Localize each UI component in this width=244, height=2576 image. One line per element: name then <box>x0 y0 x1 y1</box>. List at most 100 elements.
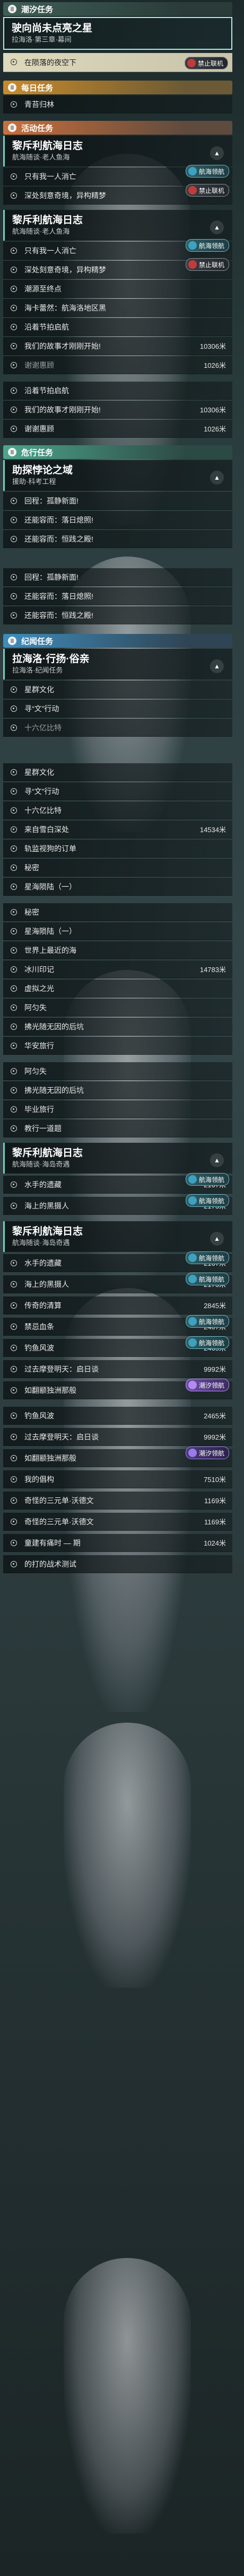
ghost-figure-5 <box>64 1723 191 1988</box>
quest-step-row[interactable]: 深处刻意奇境，异构精梦 禁止联机 <box>3 184 232 205</box>
quest-step-row[interactable]: 只有我一人消亡 航海领航 <box>3 165 232 186</box>
quest-step-row[interactable]: 还能容而：落日熄照! <box>3 511 232 529</box>
quest-step-row[interactable]: 只有我一人消亡 航海领航 <box>3 239 232 260</box>
quest-step-row[interactable]: 冰川印记 14783米 <box>3 960 232 978</box>
quest-step-row[interactable]: 还能容而：落日熄照! <box>3 587 232 605</box>
quest-step-row[interactable]: 十六亿比特 <box>3 801 232 819</box>
quest-step-row[interactable]: 谢谢惠顾 1026米 <box>3 356 232 374</box>
quest-card-voyage[interactable]: 黎斥利航海日志 航海随谈·海岛奇遇 ▲ <box>3 1221 232 1252</box>
radio-icon <box>11 826 17 833</box>
quest-card-voyage[interactable]: 黎斥利航海日志 航海随谈·老人鱼海 ▲ <box>3 210 232 241</box>
quest-step-row[interactable]: 还能容而：恒践之殿! <box>3 530 232 548</box>
quest-step-row[interactable]: 童建有痛时 — 期 1024米 <box>3 1534 232 1552</box>
distance-label: 14783米 <box>199 966 226 974</box>
quest-step-row[interactable]: 禁忌血条 2407米 航海领航 <box>3 1315 232 1336</box>
quest-step-row[interactable]: 轨监视狗的订单 <box>3 840 232 858</box>
quest-step-row[interactable]: 寻“文”行动 <box>3 700 232 718</box>
quest-step-row[interactable]: 水手的遗藏 2167米 航海领航 <box>3 1173 232 1194</box>
quest-step-row[interactable]: 青苔归林 <box>3 95 232 113</box>
step-label: 拂光随无因的后坑 <box>24 1022 84 1031</box>
quest-step-row[interactable]: 钓鱼风波 2465米 航海领航 <box>3 1336 232 1357</box>
quest-step-row[interactable]: 虚拟之光 <box>3 980 232 998</box>
quest-step-row[interactable]: 阿匀失 <box>3 1062 232 1080</box>
distance-label: 1169米 <box>204 1497 226 1505</box>
distance-label: 9992米 <box>204 1365 226 1373</box>
quest-step-row[interactable]: 如翻颛独洲那般 潮汐领航 <box>3 1446 232 1467</box>
quest-step-row[interactable]: 星群文化 <box>3 681 232 699</box>
radio-icon <box>11 966 17 973</box>
step-label: 沿着节拍启航 <box>24 322 69 331</box>
chevron-up-icon[interactable]: ▲ <box>210 1232 224 1246</box>
quest-step-row[interactable]: 回程：孤静新面! <box>3 492 232 510</box>
voyage-guide-badge: 航海领航 <box>185 1173 229 1186</box>
quest-step-row[interactable]: 阿匀失 <box>3 999 232 1017</box>
quest-step-row[interactable]: 我们的故事才刚刚开始! 10306米 <box>3 337 232 355</box>
step-label: 十六亿比特 <box>24 806 62 815</box>
quest-card-hunt[interactable]: 助探悖论之域 援助·科考工程 ▲ <box>3 460 232 491</box>
quest-step-row[interactable]: 过去摩登明天：启日谈 9992米 <box>3 1428 232 1446</box>
step-label: 星群文化 <box>24 685 54 694</box>
quest-step-row[interactable]: 星海陨陆（一） <box>3 922 232 940</box>
quest-step-row[interactable]: 奇怪的三元单·沃德文 1169米 <box>3 1492 232 1510</box>
radio-icon <box>11 574 17 580</box>
category-record-header[interactable]: 纪闻任务 <box>3 634 232 648</box>
quest-step-row[interactable]: 我的倡构 7510米 <box>3 1470 232 1488</box>
category-hunt-header[interactable]: 危行任务 <box>3 445 232 459</box>
quest-step-row[interactable]: 沿着节拍启航 <box>3 318 232 336</box>
quest-step-row[interactable]: 谢谢惠顾 1026米 <box>3 420 232 438</box>
quest-step-row[interactable]: 来自雪白深处 14534米 <box>3 821 232 839</box>
quest-step-row[interactable]: 如翻颛独洲那般 潮汐领航 <box>3 1379 232 1399</box>
quest-card-tide-main[interactable]: 驶向尚未点亮之星 拉海洛·第三章·幕间 <box>3 17 232 50</box>
radio-icon <box>11 1024 17 1030</box>
chevron-up-icon[interactable]: ▲ <box>210 220 224 234</box>
quest-step-row[interactable]: 秘密 <box>3 859 232 877</box>
chevron-up-icon[interactable]: ▲ <box>210 471 224 484</box>
quest-step-row[interactable]: 十六亿比特 <box>3 719 232 737</box>
quest-step-row[interactable]: 深处刻意奇境，异构精梦 禁止联机 <box>3 258 232 279</box>
quest-step-row[interactable]: 秘密 <box>3 903 232 921</box>
quest-card-voyage[interactable]: 黎斥利航海日志 航海随谈·老人鱼海 ▲ <box>3 136 232 166</box>
chevron-up-icon[interactable]: ▲ <box>210 659 224 673</box>
chevron-up-icon[interactable]: ▲ <box>210 1153 224 1167</box>
quest-step-row[interactable]: 拂光随无因的后坑 <box>3 1018 232 1036</box>
quest-card-record[interactable]: 拉海洛·行扬·俗亲 拉海洛·纪闻任务 ▲ <box>3 649 232 680</box>
quest-step-row[interactable]: 海上的黑摄人 2173米 航海领航 <box>3 1194 232 1215</box>
radio-icon <box>11 1387 17 1393</box>
quest-step-row[interactable]: 星群文化 <box>3 763 232 781</box>
quest-step-row[interactable]: 水手的遗藏 2167米 航海领航 <box>3 1251 232 1272</box>
quest-step-row[interactable]: 钓鱼风波 2465米 <box>3 1407 232 1425</box>
quest-step-row[interactable]: 还能容而：恒践之殿! <box>3 606 232 624</box>
quest-step-row[interactable]: 沿着节拍启航 <box>3 382 232 400</box>
quest-step-row[interactable]: 奇怪的三元单·沃德文 1169米 <box>3 1513 232 1531</box>
quest-step-row[interactable]: 华安旅行 <box>3 1037 232 1055</box>
quest-step-row[interactable]: 寻“文”行动 <box>3 782 232 800</box>
step-label: 如翻颛独洲那般 <box>24 1453 76 1462</box>
quest-step-row[interactable]: 我们的故事才刚刚开始! 10306米 <box>3 401 232 419</box>
voyage-guide-badge: 航海领航 <box>185 1273 229 1285</box>
radio-icon <box>11 909 17 915</box>
category-tide-header[interactable]: 潮汐任务 <box>3 2 232 16</box>
radio-icon <box>11 324 17 330</box>
quest-card-voyage[interactable]: 黎斥利航海日志 航海随谈·海岛奇遇 ▲ <box>3 1143 232 1174</box>
step-label: 还能容而：落日熄照! <box>24 515 93 524</box>
chevron-up-icon[interactable]: ▲ <box>210 146 224 160</box>
quest-step-row[interactable]: 回程：孤静新面! <box>3 568 232 586</box>
quest-step-row[interactable]: 星海陨陆（一） <box>3 878 232 896</box>
quest-step-row[interactable]: 教行一道题 <box>3 1119 232 1137</box>
quest-step-row[interactable]: 在陨落的夜空下 禁止联机 <box>3 53 232 72</box>
category-daily-header[interactable]: 每日任务 <box>3 81 232 94</box>
distance-label: 2845米 <box>204 1302 226 1310</box>
quest-step-row[interactable]: 拂光随无因的后坑 <box>3 1081 232 1099</box>
radio-icon <box>11 985 17 992</box>
quest-step-row[interactable]: 世界上最近的海 <box>3 941 232 959</box>
quest-step-row[interactable]: 海上的黑摄人 2173米 航海领航 <box>3 1273 232 1293</box>
quest-step-row[interactable]: 的打的战术测试 <box>3 1555 232 1573</box>
quest-step-row[interactable]: 传奇的清算 2845米 <box>3 1296 232 1315</box>
quest-step-row[interactable]: 过去摩登明天：启日谈 9992米 <box>3 1360 232 1378</box>
quest-step-row[interactable]: 毕业旅行 <box>3 1100 232 1118</box>
radio-icon <box>11 1043 17 1049</box>
category-event-header[interactable]: 活动任务 <box>3 121 232 135</box>
radio-icon <box>11 362 17 368</box>
quest-step-row[interactable]: 潮源至终点 <box>3 280 232 298</box>
quest-step-row[interactable]: 海卡蕾然：航海洛地区黑 <box>3 299 232 317</box>
